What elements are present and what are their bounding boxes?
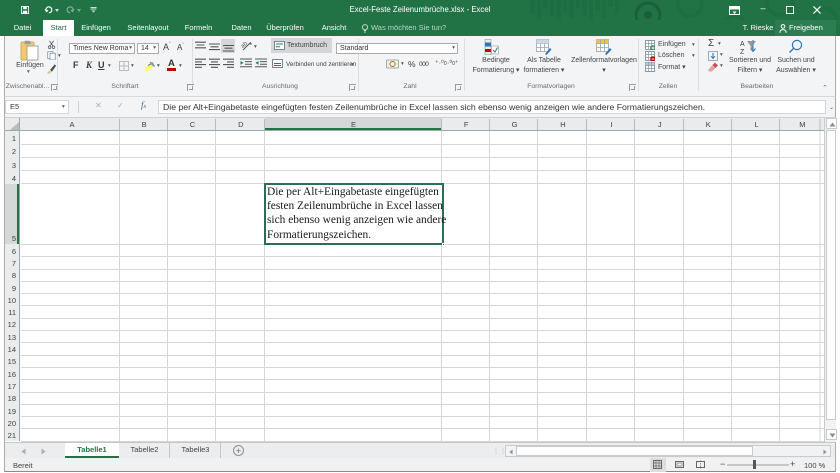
svg-text:A: A — [740, 41, 745, 48]
svg-text:Z: Z — [740, 49, 745, 55]
svg-text:ab: ab — [241, 41, 249, 50]
